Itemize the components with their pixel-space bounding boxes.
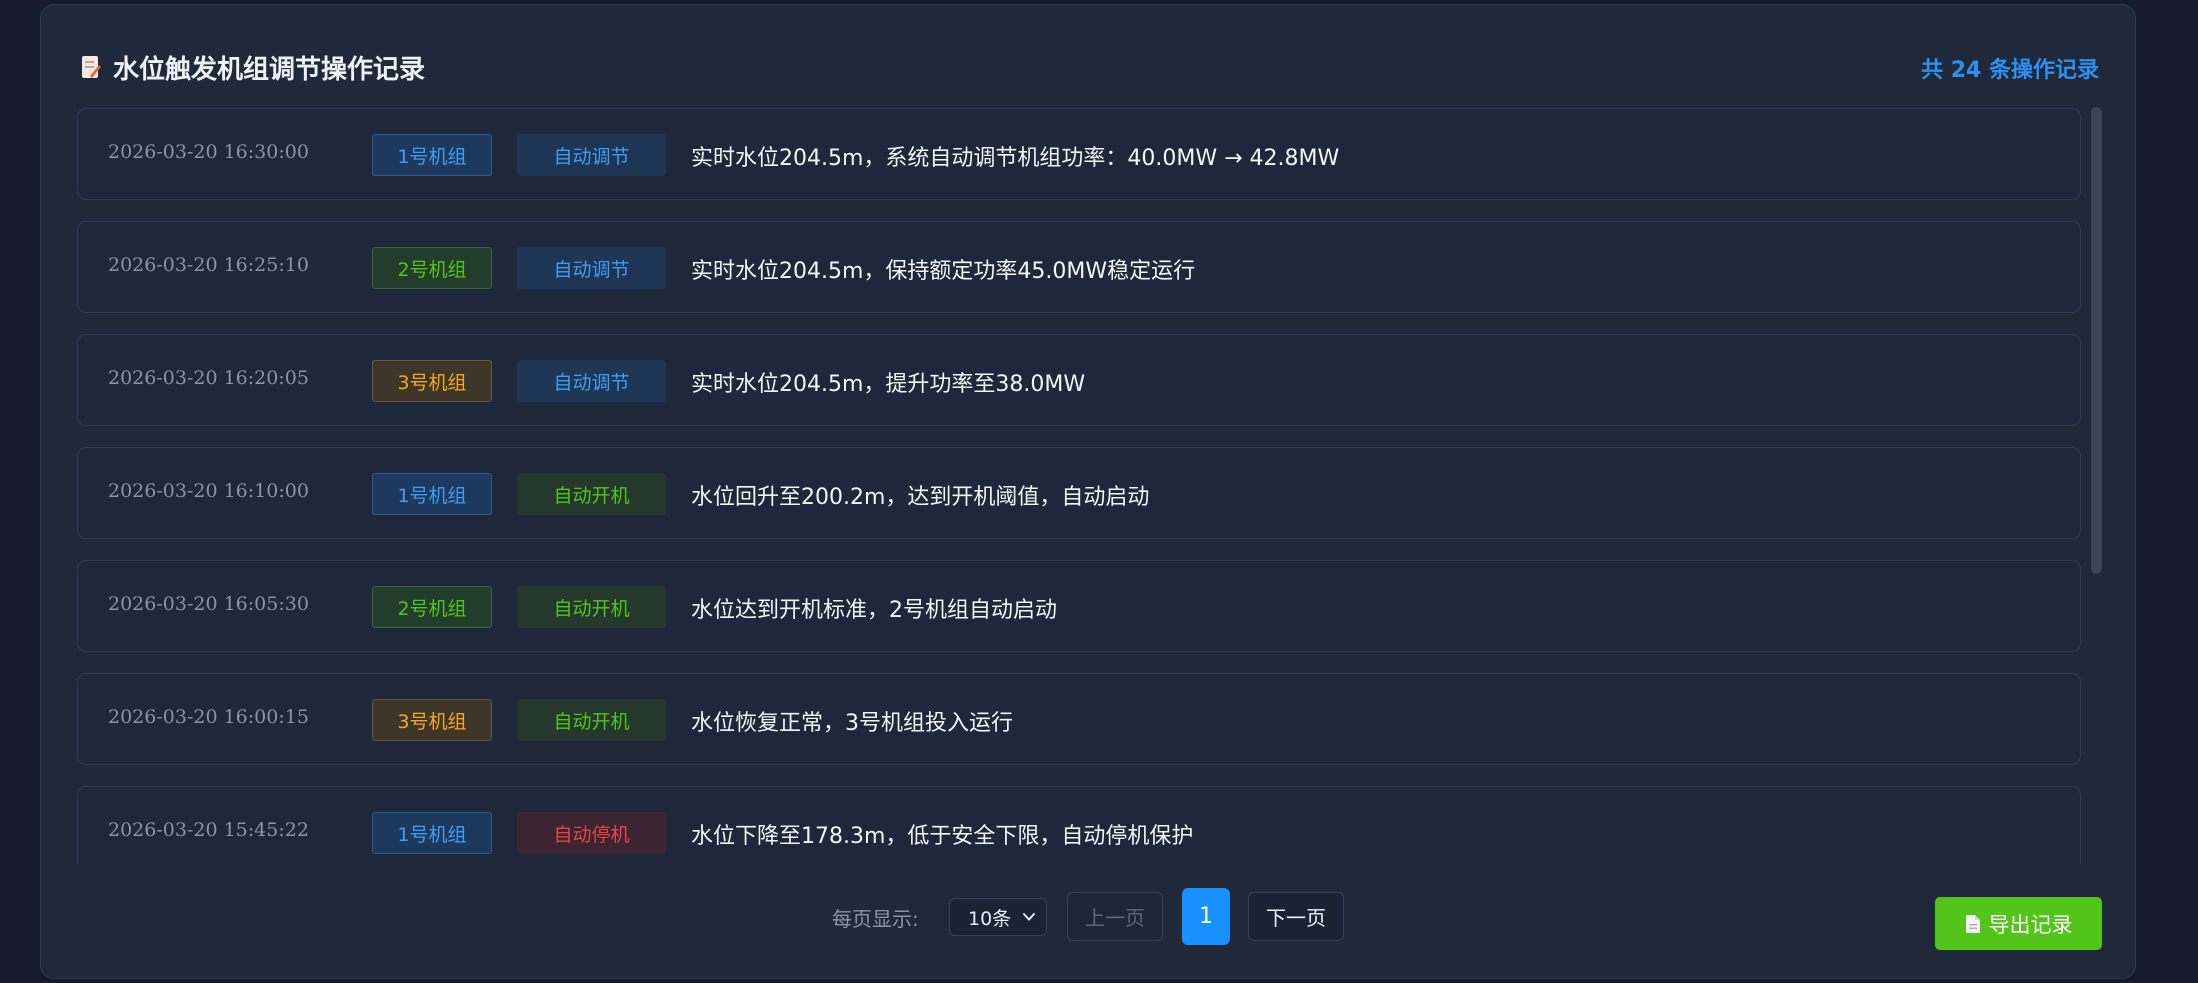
record-message: 实时水位204.5m，提升功率至38.0MW [691,372,1086,397]
record-message: 实时水位204.5m，保持额定功率45.0MW稳定运行 [691,259,1196,284]
page-number-button[interactable]: 1 [1182,888,1230,945]
action-tag: 自动停机 [517,812,666,854]
record-time: 2026-03-20 16:30:00 [108,141,309,163]
export-records-button[interactable]: 导出记录 [1935,897,2102,950]
list-item: 2026-03-20 16:05:30 2号机组 自动开机 水位达到开机标准，2… [77,560,2081,652]
document-icon [1965,914,1980,933]
unit-tag: 2号机组 [372,586,492,628]
record-list[interactable]: 2026-03-20 16:30:00 1号机组 自动调节 实时水位204.5m… [77,108,2083,864]
record-message: 水位回升至200.2m，达到开机阈值，自动启动 [691,485,1150,510]
unit-tag: 1号机组 [372,134,492,176]
action-tag: 自动调节 [517,247,666,289]
record-time: 2026-03-20 16:00:15 [108,706,309,728]
record-time: 2026-03-20 16:05:30 [108,593,309,615]
unit-tag: 3号机组 [372,360,492,402]
unit-tag: 1号机组 [372,473,492,515]
record-time: 2026-03-20 16:25:10 [108,254,309,276]
record-time: 2026-03-20 16:20:05 [108,367,309,389]
page-size-select[interactable]: 10条 [949,898,1047,936]
unit-tag: 3号机组 [372,699,492,741]
page-size-value: 10条 [968,907,1012,930]
per-page-label: 每页显示: [832,907,919,931]
memo-icon [82,56,101,78]
list-item: 2026-03-20 15:45:22 1号机组 自动停机 水位下降至178.3… [77,786,2081,864]
record-time: 2026-03-20 16:10:00 [108,480,309,502]
list-item: 2026-03-20 16:20:05 3号机组 自动调节 实时水位204.5m… [77,334,2081,426]
list-item: 2026-03-20 16:00:15 3号机组 自动开机 水位恢复正常，3号机… [77,673,2081,765]
chevron-down-icon [1023,913,1035,921]
operation-log-panel: 水位触发机组调节操作记录 共 24 条操作记录 2026-03-20 16:30… [40,4,2136,979]
record-message: 实时水位204.5m，系统自动调节机组功率：40.0MW → 42.8MW [691,146,1340,171]
action-tag: 自动开机 [517,699,666,741]
unit-tag: 2号机组 [372,247,492,289]
record-message: 水位达到开机标准，2号机组自动启动 [691,598,1057,623]
export-label: 导出记录 [1988,912,2073,937]
scrollbar-thumb[interactable] [2091,107,2102,574]
panel-header: 水位触发机组调节操作记录 共 24 条操作记录 [81,45,2099,85]
record-time: 2026-03-20 15:45:22 [108,819,309,841]
action-tag: 自动开机 [517,586,666,628]
next-page-button[interactable]: 下一页 [1248,892,1344,941]
page-title: 水位触发机组调节操作记录 [113,55,426,85]
action-tag: 自动开机 [517,473,666,515]
record-message: 水位下降至178.3m，低于安全下限，自动停机保护 [691,824,1194,849]
unit-tag: 1号机组 [372,812,492,854]
record-count: 共 24 条操作记录 [1921,58,2099,83]
prev-page-button[interactable]: 上一页 [1067,892,1163,941]
record-message: 水位恢复正常，3号机组投入运行 [691,711,1013,736]
list-item: 2026-03-20 16:10:00 1号机组 自动开机 水位回升至200.2… [77,447,2081,539]
list-item: 2026-03-20 16:25:10 2号机组 自动调节 实时水位204.5m… [77,221,2081,313]
list-item: 2026-03-20 16:30:00 1号机组 自动调节 实时水位204.5m… [77,108,2081,200]
action-tag: 自动调节 [517,360,666,402]
action-tag: 自动调节 [517,134,666,176]
